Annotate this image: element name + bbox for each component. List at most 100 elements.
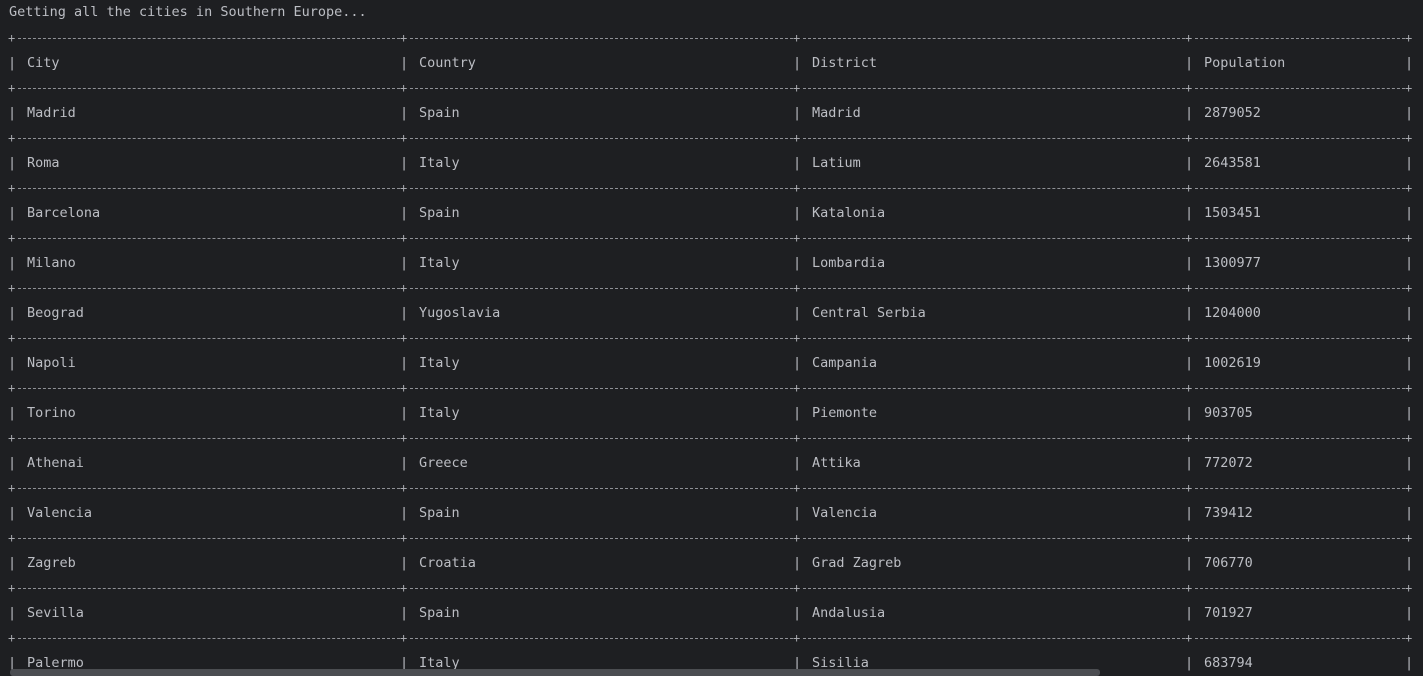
separator-dash bbox=[18, 188, 400, 189]
separator-dash bbox=[18, 538, 400, 539]
table-pipe: | bbox=[1405, 405, 1414, 421]
separator-dash bbox=[410, 338, 793, 339]
separator-dash bbox=[803, 38, 1185, 39]
table-pipe: | bbox=[793, 155, 802, 171]
table-pipe: | bbox=[1185, 555, 1194, 571]
table-pipe: | bbox=[1405, 355, 1414, 371]
horizontal-scrollbar[interactable] bbox=[10, 669, 1100, 676]
separator-dash bbox=[803, 238, 1185, 239]
table-cell: Torino bbox=[27, 405, 76, 421]
table-pipe: | bbox=[793, 605, 802, 621]
separator-corner: + bbox=[8, 231, 16, 245]
table-pipe: | bbox=[400, 55, 409, 71]
separator-corner: + bbox=[1185, 581, 1193, 595]
separator-corner: + bbox=[1405, 331, 1413, 345]
table-pipe: | bbox=[8, 605, 17, 621]
table-pipe: | bbox=[1405, 455, 1414, 471]
separator-corner: + bbox=[400, 531, 408, 545]
table-cell: Central Serbia bbox=[812, 305, 926, 321]
separator-corner: + bbox=[8, 331, 16, 345]
table-cell: Piemonte bbox=[812, 405, 878, 421]
separator-corner: + bbox=[1185, 81, 1193, 95]
table-pipe: | bbox=[1185, 205, 1194, 221]
separator-dash bbox=[18, 488, 400, 489]
separator-corner: + bbox=[1185, 131, 1193, 145]
separator-corner: + bbox=[793, 281, 801, 295]
separator-corner: + bbox=[400, 331, 408, 345]
table-pipe: | bbox=[8, 255, 17, 271]
table-pipe: | bbox=[400, 455, 409, 471]
table-header-cell: District bbox=[812, 55, 878, 71]
table-cell: 772072 bbox=[1204, 455, 1253, 471]
table-cell: 706770 bbox=[1204, 555, 1253, 571]
table-pipe: | bbox=[400, 605, 409, 621]
table-pipe: | bbox=[400, 155, 409, 171]
table-pipe: | bbox=[400, 205, 409, 221]
table-cell: Spain bbox=[419, 205, 460, 221]
table-header-cell: City bbox=[27, 55, 60, 71]
table-cell: 683794 bbox=[1204, 655, 1253, 671]
separator-dash bbox=[803, 538, 1185, 539]
table-pipe: | bbox=[1185, 405, 1194, 421]
separator-corner: + bbox=[8, 431, 16, 445]
separator-corner: + bbox=[1185, 381, 1193, 395]
table-pipe: | bbox=[8, 205, 17, 221]
separator-corner: + bbox=[8, 131, 16, 145]
run-console: Getting all the cities in Southern Europ… bbox=[0, 0, 1423, 676]
separator-dash bbox=[410, 38, 793, 39]
table-pipe: | bbox=[400, 505, 409, 521]
separator-corner: + bbox=[793, 631, 801, 645]
table-cell: Italy bbox=[419, 255, 460, 271]
table-pipe: | bbox=[1405, 605, 1414, 621]
separator-corner: + bbox=[793, 231, 801, 245]
separator-dash bbox=[410, 638, 793, 639]
table-pipe: | bbox=[1185, 505, 1194, 521]
status-line: Getting all the cities in Southern Europ… bbox=[9, 4, 367, 20]
separator-corner: + bbox=[8, 531, 16, 545]
table-cell: Lombardia bbox=[812, 255, 886, 271]
separator-corner: + bbox=[793, 181, 801, 195]
table-cell: 1002619 bbox=[1204, 355, 1261, 371]
separator-dash bbox=[18, 138, 400, 139]
table-cell: 1503451 bbox=[1204, 205, 1261, 221]
separator-dash bbox=[18, 588, 400, 589]
table-cell: Spain bbox=[419, 105, 460, 121]
table-cell: 1204000 bbox=[1204, 305, 1261, 321]
table-cell: Zagreb bbox=[27, 555, 76, 571]
separator-corner: + bbox=[400, 181, 408, 195]
table-pipe: | bbox=[1405, 105, 1414, 121]
separator-corner: + bbox=[1405, 581, 1413, 595]
table-cell: Italy bbox=[419, 155, 460, 171]
separator-dash bbox=[410, 388, 793, 389]
separator-corner: + bbox=[793, 31, 801, 45]
separator-corner: + bbox=[8, 581, 16, 595]
separator-corner: + bbox=[793, 481, 801, 495]
separator-dash bbox=[1195, 38, 1405, 39]
table-cell: 1300977 bbox=[1204, 255, 1261, 271]
table-cell: Greece bbox=[419, 455, 468, 471]
separator-corner: + bbox=[400, 581, 408, 595]
separator-corner: + bbox=[793, 381, 801, 395]
table-cell: Latium bbox=[812, 155, 861, 171]
table-pipe: | bbox=[8, 405, 17, 421]
separator-dash bbox=[803, 488, 1185, 489]
separator-dash bbox=[803, 588, 1185, 589]
separator-dash bbox=[410, 488, 793, 489]
table-header-cell: Country bbox=[419, 55, 476, 71]
separator-corner: + bbox=[1185, 631, 1193, 645]
table-pipe: | bbox=[8, 55, 17, 71]
table-pipe: | bbox=[1405, 305, 1414, 321]
separator-corner: + bbox=[1405, 531, 1413, 545]
separator-dash bbox=[18, 388, 400, 389]
table-pipe: | bbox=[1185, 105, 1194, 121]
table-pipe: | bbox=[1185, 255, 1194, 271]
separator-dash bbox=[18, 238, 400, 239]
table-pipe: | bbox=[1405, 255, 1414, 271]
separator-corner: + bbox=[1405, 131, 1413, 145]
table-pipe: | bbox=[8, 555, 17, 571]
table-cell: 2879052 bbox=[1204, 105, 1261, 121]
separator-dash bbox=[803, 188, 1185, 189]
separator-corner: + bbox=[400, 481, 408, 495]
table-cell: Madrid bbox=[812, 105, 861, 121]
table-pipe: | bbox=[793, 405, 802, 421]
